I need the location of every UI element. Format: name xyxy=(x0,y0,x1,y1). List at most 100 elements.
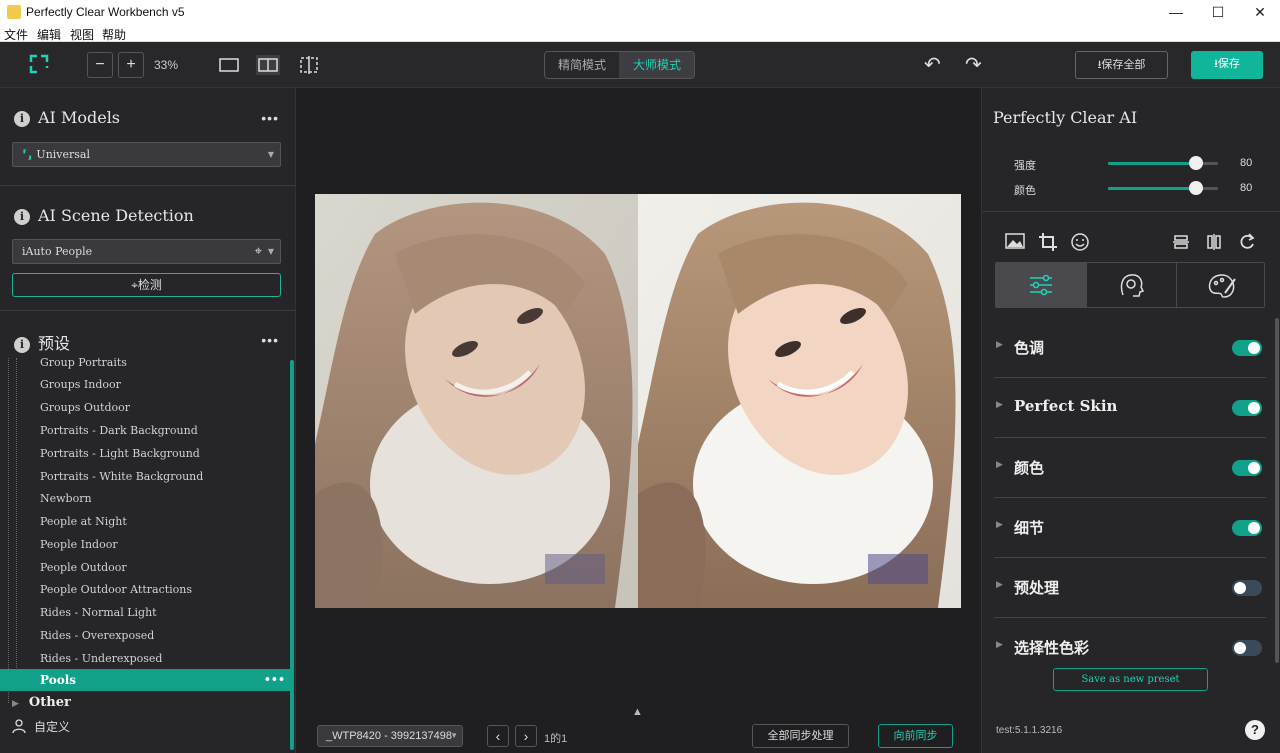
preset-item[interactable]: Groups Outdoor xyxy=(40,401,130,414)
master-mode-tab[interactable]: 大师模式 xyxy=(619,52,694,78)
filmstrip-toggle-icon[interactable]: ▲ xyxy=(632,706,643,718)
flip-vertical-icon[interactable] xyxy=(1170,232,1192,254)
original-photo[interactable] xyxy=(315,194,638,608)
preset-item-selected[interactable]: Pools ••• xyxy=(0,669,291,691)
help-icon[interactable]: ? xyxy=(1245,720,1265,740)
presets-title: 预设 xyxy=(38,334,71,353)
single-view-icon[interactable] xyxy=(217,55,241,75)
tab-sliders[interactable] xyxy=(996,263,1086,307)
strength-label: 强度 xyxy=(1014,160,1036,172)
scene-select[interactable]: iAuto People ⌖ ▼ xyxy=(12,239,281,264)
preset-item[interactable]: Groups Indoor xyxy=(40,378,121,391)
save-all-button[interactable]: ⭳保存全部 xyxy=(1075,51,1168,79)
zoom-in-button[interactable]: + xyxy=(118,52,144,78)
toggle-knob xyxy=(1234,642,1246,654)
preset-item[interactable]: Rides - Underexposed xyxy=(40,652,162,665)
next-image-button[interactable]: › xyxy=(515,725,537,747)
close-button[interactable]: ✕ xyxy=(1240,0,1280,24)
scene-value: iAuto People xyxy=(22,245,93,258)
preset-item[interactable]: Rides - Normal Light xyxy=(40,606,157,619)
section-detail[interactable]: ▶ 细节 xyxy=(994,498,1266,558)
corrected-photo[interactable] xyxy=(638,194,961,608)
app-logo-icon xyxy=(7,5,21,19)
slider-knob[interactable] xyxy=(1189,156,1203,170)
slider-fill xyxy=(1108,162,1196,165)
custom-presets[interactable]: 自定义 xyxy=(12,718,70,735)
preset-item[interactable]: People at Night xyxy=(40,515,127,528)
color-value: 80 xyxy=(1240,182,1253,194)
detail-toggle[interactable] xyxy=(1232,520,1262,536)
preset-item[interactable]: Portraits - White Background xyxy=(40,470,203,483)
zoom-out-button[interactable]: − xyxy=(87,52,113,78)
right-scrollbar[interactable] xyxy=(1275,318,1279,663)
face-icon[interactable] xyxy=(1069,232,1091,254)
compare-view-icon[interactable] xyxy=(297,55,321,75)
preprocess-toggle[interactable] xyxy=(1232,580,1262,596)
tab-looks[interactable] xyxy=(1176,263,1266,307)
toggle-knob xyxy=(1248,522,1260,534)
window-title: Perfectly Clear Workbench v5 xyxy=(26,5,185,19)
detect-label: 检测 xyxy=(137,278,162,292)
rotate-icon[interactable] xyxy=(1236,232,1258,254)
preset-item[interactable]: Group Portraits xyxy=(40,358,127,369)
slider-knob[interactable] xyxy=(1189,181,1203,195)
section-color[interactable]: ▶ 颜色 xyxy=(994,438,1266,498)
tree-line xyxy=(16,358,17,668)
ai-models-more-icon[interactable]: ••• xyxy=(261,110,279,126)
menu-edit[interactable]: 编辑 xyxy=(37,26,61,43)
other-label: Other xyxy=(28,695,71,710)
flip-horizontal-icon[interactable] xyxy=(1203,232,1225,254)
save-preset-button[interactable]: Save as new preset xyxy=(1053,668,1208,691)
preset-item[interactable]: People Outdoor Attractions xyxy=(40,583,192,596)
menu-help[interactable]: 帮助 xyxy=(102,26,126,43)
left-scrollbar[interactable] xyxy=(290,360,294,750)
scrollbar-thumb[interactable] xyxy=(290,360,294,750)
section-perfect-skin[interactable]: ▶ Perfect Skin xyxy=(994,378,1266,438)
image-icon[interactable] xyxy=(1004,232,1026,254)
sync-all-button[interactable]: 全部同步处理 xyxy=(752,724,849,748)
toggle-knob xyxy=(1234,582,1246,594)
undo-icon[interactable]: ↶ xyxy=(924,52,941,77)
selective-color-toggle[interactable] xyxy=(1232,640,1262,656)
section-preprocess[interactable]: ▶ 预处理 xyxy=(994,558,1266,618)
section-label: 细节 xyxy=(1014,519,1045,537)
simple-mode-tab[interactable]: 精简模式 xyxy=(545,52,619,78)
color-toggle[interactable] xyxy=(1232,460,1262,476)
menu-file[interactable]: 文件 xyxy=(4,26,28,43)
perfect-skin-toggle[interactable] xyxy=(1232,400,1262,416)
crop-icon[interactable] xyxy=(1037,232,1059,254)
minimize-button[interactable]: — xyxy=(1156,0,1196,24)
chevron-right-icon: ▶ xyxy=(996,640,1003,650)
section-label: 色调 xyxy=(1014,339,1045,357)
color-slider[interactable] xyxy=(1108,181,1218,195)
prev-image-button[interactable]: ‹ xyxy=(487,725,509,747)
split-view-icon[interactable] xyxy=(256,55,280,75)
preset-item[interactable]: Rides - Overexposed xyxy=(40,629,154,642)
presets-more-icon[interactable]: ••• xyxy=(261,332,279,348)
sync-forward-button[interactable]: 向前同步 xyxy=(878,724,953,748)
perfectly-clear-logo-icon xyxy=(29,54,49,74)
tone-toggle[interactable] xyxy=(1232,340,1262,356)
strength-slider[interactable] xyxy=(1108,156,1218,170)
left-panel: i AI Models ••• ⸢⸥ Universal ▼ i AI Scene D… xyxy=(0,88,296,753)
preset-item[interactable]: People Outdoor xyxy=(40,561,127,574)
preset-more-icon[interactable]: ••• xyxy=(264,669,285,691)
chevron-right-icon: ▶ xyxy=(12,699,19,709)
chevron-down-icon: ▼ xyxy=(267,247,274,256)
redo-icon[interactable]: ↷ xyxy=(965,52,982,77)
menu-view[interactable]: 视图 xyxy=(70,26,94,43)
preset-item[interactable]: Portraits - Light Background xyxy=(40,447,200,460)
preset-item[interactable]: People Indoor xyxy=(40,538,118,551)
detect-button[interactable]: ⌖检测 xyxy=(12,273,281,297)
preset-item[interactable]: Newborn xyxy=(40,492,92,505)
ai-model-select[interactable]: ⸢⸥ Universal ▼ xyxy=(12,142,281,167)
maximize-button[interactable]: ☐ xyxy=(1198,0,1238,24)
preset-group-other[interactable]: ▶ Other xyxy=(12,695,71,710)
strength-value: 80 xyxy=(1240,157,1253,169)
tab-creative[interactable] xyxy=(1086,263,1176,307)
file-select[interactable]: _WTP8420 - 3992137498 ▼ xyxy=(317,725,463,747)
chevron-down-icon: ▼ xyxy=(450,731,458,740)
section-tone[interactable]: ▶ 色调 xyxy=(994,318,1266,378)
preset-item[interactable]: Portraits - Dark Background xyxy=(40,424,198,437)
save-button[interactable]: ⭳保存 xyxy=(1191,51,1263,79)
